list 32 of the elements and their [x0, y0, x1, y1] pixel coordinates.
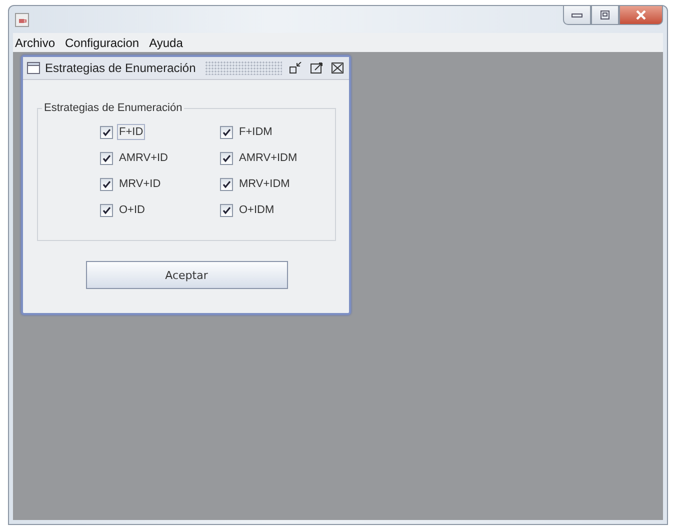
maximize-button[interactable]: [591, 6, 619, 25]
checkbox-label[interactable]: O+IDM: [237, 202, 276, 218]
iconify-button[interactable]: [289, 62, 303, 74]
checkbox-label[interactable]: AMRV+ID: [117, 150, 170, 166]
checkbox[interactable]: [220, 178, 233, 190]
checkbox[interactable]: [220, 152, 233, 164]
minimize-button[interactable]: [563, 6, 591, 25]
accept-button[interactable]: Aceptar: [86, 261, 288, 289]
maximize-button[interactable]: [310, 62, 324, 74]
menu-item[interactable]: Archivo: [15, 36, 56, 50]
window-icon: [27, 62, 40, 74]
checkbox-label[interactable]: MRV+IDM: [237, 176, 292, 192]
group-title: Estrategias de Enumeración: [43, 102, 184, 114]
menu-item[interactable]: Ayuda: [149, 36, 183, 50]
checkbox[interactable]: [100, 126, 113, 138]
checkbox[interactable]: [220, 204, 233, 216]
checkbox-label[interactable]: AMRV+IDM: [237, 150, 300, 166]
menu-item[interactable]: Configuracion: [65, 36, 140, 50]
minimize-icon: [571, 11, 583, 19]
checkbox[interactable]: [100, 178, 113, 190]
checkbox[interactable]: [100, 152, 113, 164]
checkbox-label[interactable]: O+ID: [117, 202, 147, 218]
checkbox[interactable]: [220, 126, 233, 138]
checkbox-label[interactable]: MRV+ID: [117, 176, 163, 192]
close-button[interactable]: [619, 6, 663, 25]
maximize-icon: [599, 10, 611, 20]
close-icon: [635, 10, 647, 20]
internal-window-title: Estrategias de Enumeración: [45, 61, 196, 75]
checkbox-label[interactable]: F+IDM: [237, 124, 274, 140]
checkbox[interactable]: [100, 204, 113, 216]
checkbox-label[interactable]: F+ID: [117, 124, 146, 140]
close-button[interactable]: [331, 62, 345, 74]
